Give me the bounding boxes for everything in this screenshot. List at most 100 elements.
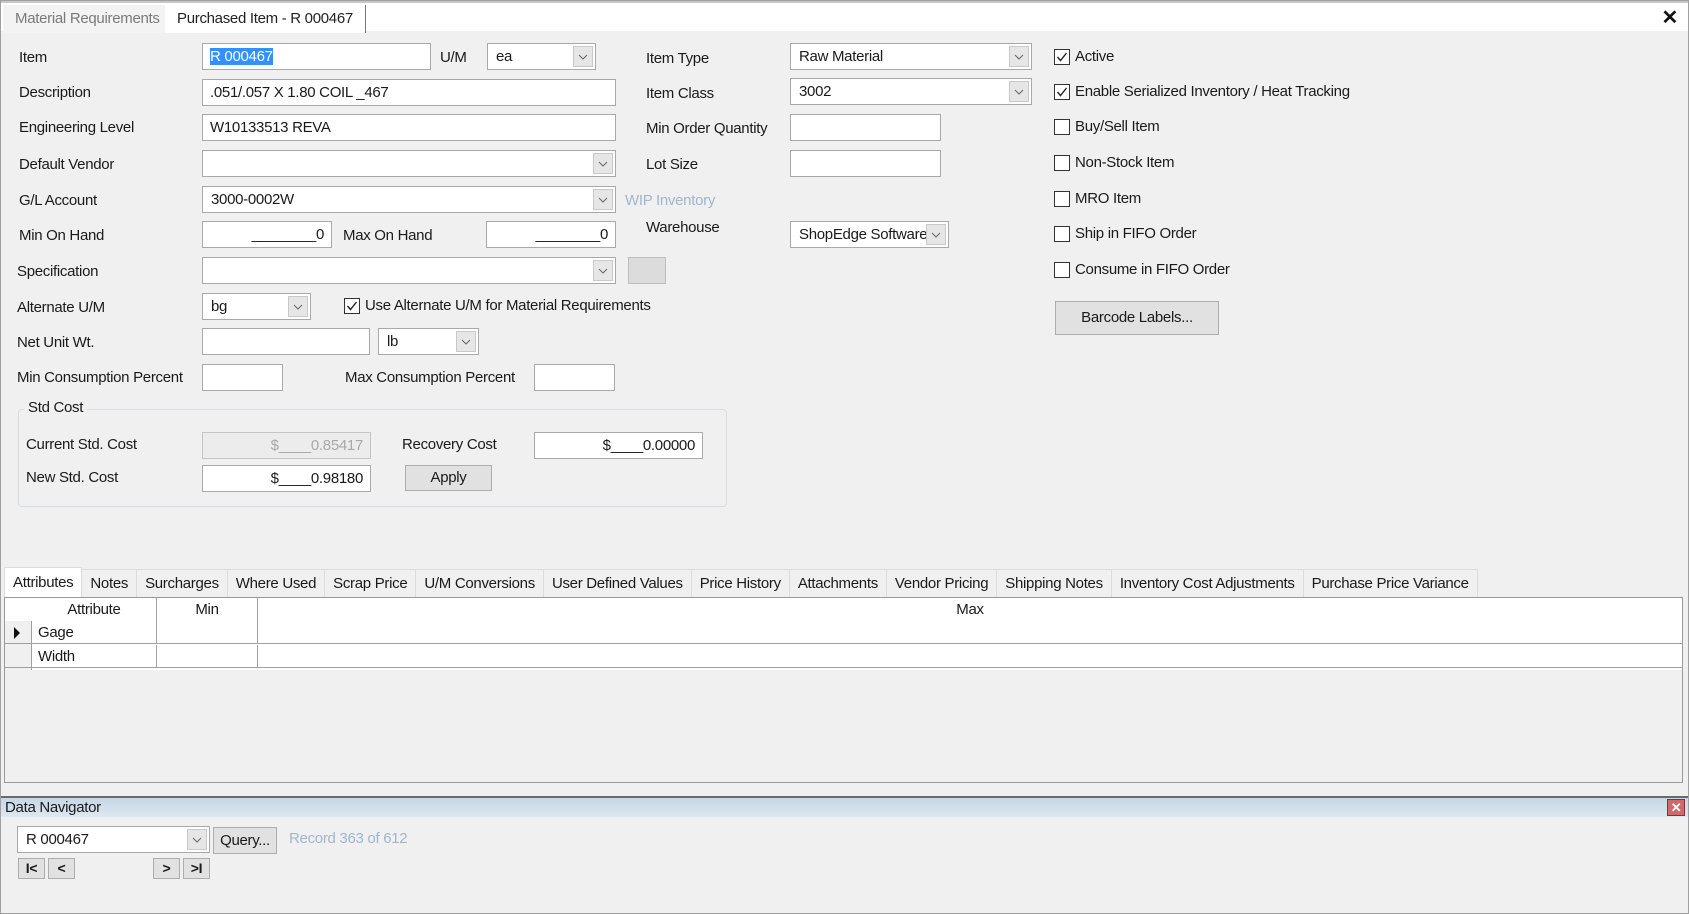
barcode-labels-button[interactable]: Barcode Labels... [1055,301,1219,335]
specification-browse-button[interactable] [628,257,666,284]
chevron-down-icon[interactable] [187,829,207,850]
checkbox-unchecked-icon[interactable] [1054,225,1070,242]
ship-fifo-label: Ship in FIFO Order [1075,225,1197,242]
tab-shipping-notes[interactable]: Shipping Notes [996,569,1112,597]
record-status: Record 363 of 612 [289,830,408,847]
chevron-down-icon[interactable] [288,296,308,317]
min-consumption-input[interactable] [202,364,283,391]
recovery-cost-label: Recovery Cost [402,436,497,453]
alternate-um-value: bg [211,298,228,315]
chevron-down-icon[interactable] [1009,81,1029,102]
um-select[interactable]: ea [487,43,596,70]
checkbox-unchecked-icon[interactable] [1054,261,1070,278]
cell-attribute[interactable]: Width [32,645,157,668]
document-tab-bar: Material Requirements Purchased Item - R… [1,1,1688,33]
lot-size-input[interactable] [790,150,941,177]
doc-tab-material-requirements[interactable]: Material Requirements [3,5,172,33]
table-row[interactable]: Gage [5,621,1682,644]
default-vendor-select[interactable] [202,150,616,177]
doc-tab-purchased-item[interactable]: Purchased Item - R 000467 [165,5,366,33]
item-type-value: Raw Material [799,48,883,65]
chevron-down-icon[interactable] [1009,46,1029,67]
recovery-cost-input[interactable]: $____0.00000 [534,432,703,459]
active-checkbox[interactable]: Active [1054,48,1114,65]
engineering-level-label: Engineering Level [19,119,134,136]
new-std-cost-input[interactable]: $____0.98180 [202,465,371,492]
use-alt-um-checkbox[interactable]: Use Alternate U/M for Material Requireme… [344,297,651,314]
close-document-icon[interactable]: ✕ [1662,5,1679,31]
item-input[interactable]: R 000467 [202,43,431,70]
tab-where-used[interactable]: Where Used [226,569,326,597]
chevron-down-icon[interactable] [593,260,613,281]
tab-attributes[interactable]: Attributes [4,567,83,597]
column-header-attribute[interactable]: Attribute [32,598,157,621]
cell-max[interactable] [258,645,1682,668]
um-value: ea [496,48,513,65]
cell-min[interactable] [157,621,258,644]
max-on-hand-input[interactable]: ________0 [486,221,616,248]
column-header-max[interactable]: Max [258,598,1682,621]
next-record-button[interactable]: > [153,858,180,879]
warehouse-select[interactable]: ShopEdge Software [790,221,949,248]
last-record-button[interactable]: >I [183,858,210,879]
close-navigator-icon[interactable]: ✕ [1667,799,1685,816]
chevron-down-icon[interactable] [573,46,593,67]
net-unit-wt-input[interactable] [202,328,370,355]
tab-user-defined-values[interactable]: User Defined Values [542,569,692,597]
chevron-down-icon[interactable] [926,224,946,245]
checkbox-checked-icon[interactable] [344,297,360,314]
item-class-select[interactable]: 3002 [790,78,1032,105]
buy-sell-checkbox[interactable]: Buy/Sell Item [1054,118,1160,135]
description-input[interactable]: .051/.057 X 1.80 COIL _467 [202,79,616,106]
checkbox-checked-icon[interactable] [1054,48,1070,65]
chevron-down-icon[interactable] [593,153,613,174]
engineering-level-input[interactable]: W10133513 REVA [202,114,616,141]
record-select[interactable]: R 000467 [17,826,210,853]
ship-fifo-checkbox[interactable]: Ship in FIFO Order [1054,225,1197,242]
net-unit-wt-unit-select[interactable]: lb [378,328,479,355]
chevron-down-icon[interactable] [456,331,476,352]
um-label: U/M [440,49,467,66]
tab-um-conversions[interactable]: U/M Conversions [415,569,544,597]
checkbox-unchecked-icon[interactable] [1054,154,1070,171]
item-type-select[interactable]: Raw Material [790,43,1032,70]
table-row[interactable]: Width [5,645,1682,668]
tab-surcharges[interactable]: Surcharges [136,569,228,597]
tab-vendor-pricing[interactable]: Vendor Pricing [885,569,998,597]
tab-inventory-cost-adjustments[interactable]: Inventory Cost Adjustments [1110,569,1304,597]
checkbox-checked-icon[interactable] [1054,83,1070,100]
serialized-inventory-checkbox[interactable]: Enable Serialized Inventory / Heat Track… [1054,83,1350,100]
apply-button[interactable]: Apply [405,465,492,491]
chevron-down-icon[interactable] [593,189,613,210]
new-std-cost-label: New Std. Cost [26,469,118,486]
active-label: Active [1075,48,1115,65]
tab-price-history[interactable]: Price History [690,569,790,597]
alternate-um-select[interactable]: bg [202,293,311,320]
tab-attachments[interactable]: Attachments [788,569,887,597]
tab-scrap-price[interactable]: Scrap Price [324,569,417,597]
min-order-qty-input[interactable] [790,114,941,141]
min-order-qty-label: Min Order Quantity [646,120,768,137]
tab-notes[interactable]: Notes [81,569,138,597]
first-record-button[interactable]: I< [18,858,45,879]
previous-record-button[interactable]: < [48,858,75,879]
min-on-hand-input[interactable]: ________0 [202,221,332,248]
checkbox-unchecked-icon[interactable] [1054,190,1070,207]
non-stock-checkbox[interactable]: Non-Stock Item [1054,154,1174,171]
cell-min[interactable] [157,645,258,668]
tab-purchase-price-variance[interactable]: Purchase Price Variance [1302,569,1478,597]
cell-attribute[interactable]: Gage [32,621,157,644]
checkbox-unchecked-icon[interactable] [1054,118,1070,135]
consume-fifo-checkbox[interactable]: Consume in FIFO Order [1054,261,1230,278]
data-navigator-header: Data Navigator ✕ [1,796,1688,817]
mro-item-checkbox[interactable]: MRO Item [1054,190,1141,207]
wip-inventory-link[interactable]: WIP Inventory [625,192,715,210]
query-button[interactable]: Query... [213,827,277,854]
column-header-min[interactable]: Min [157,598,258,621]
max-consumption-input[interactable] [534,364,615,391]
current-std-cost-input: $____0.85417 [202,432,371,459]
gl-account-select[interactable]: 3000-0002W [202,186,616,213]
specification-select[interactable] [202,257,616,284]
attributes-grid: Attribute Min Max Gage Width [4,597,1683,783]
cell-max[interactable] [258,621,1682,644]
